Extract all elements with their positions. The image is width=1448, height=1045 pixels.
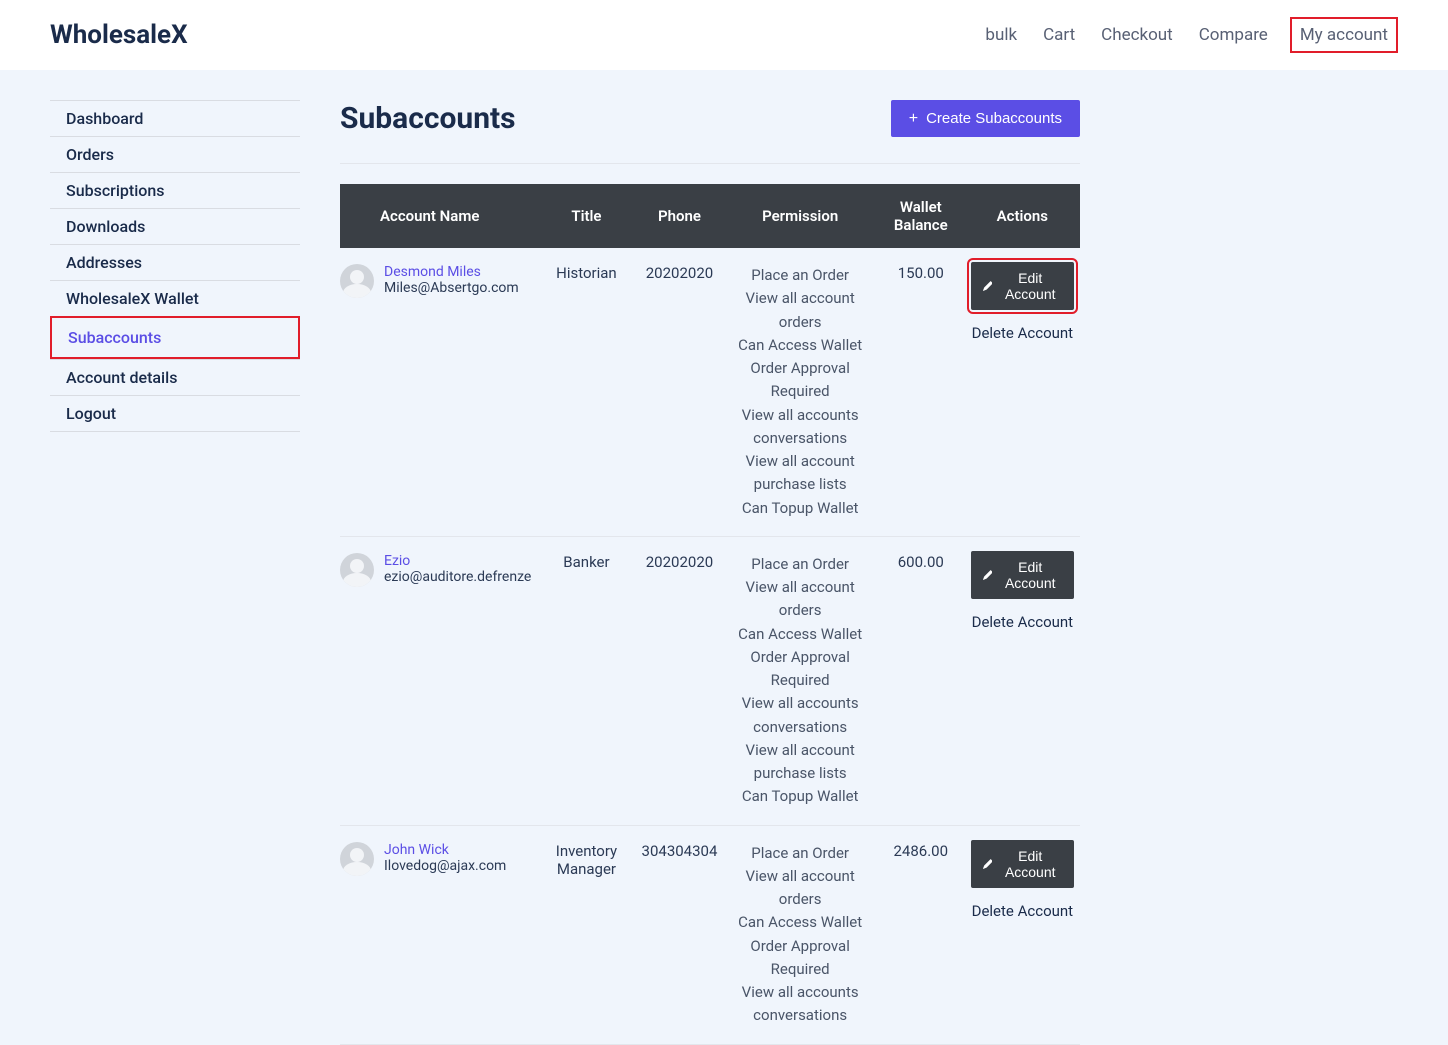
main-header: Subaccounts + Create Subaccounts <box>340 100 1080 164</box>
permission-item: Can Access Wallet <box>729 911 870 934</box>
create-subaccounts-button[interactable]: + Create Subaccounts <box>891 100 1080 137</box>
sidebar-item-subaccounts[interactable]: Subaccounts <box>50 316 300 359</box>
cell-phone: 304304304 <box>636 825 724 1044</box>
plus-icon: + <box>909 111 918 127</box>
create-button-label: Create Subaccounts <box>926 110 1062 127</box>
delete-account-link[interactable]: Delete Account <box>971 613 1074 631</box>
permission-item: Order Approval Required <box>729 357 870 404</box>
table-row: Desmond MilesMiles@Absertgo.comHistorian… <box>340 248 1080 536</box>
edit-label: Edit Account <box>998 559 1062 591</box>
avatar <box>340 553 374 587</box>
permission-item: View all accounts conversations <box>729 404 870 451</box>
permission-item: View all account purchase lists <box>729 739 870 786</box>
brand-logo: WholesaleX <box>50 20 188 50</box>
cell-wallet-balance: 150.00 <box>877 248 965 536</box>
permission-item: View all account orders <box>729 287 870 334</box>
table-row: John WickIlovedog@ajax.comInventory Mana… <box>340 825 1080 1044</box>
sidebar-item-addresses[interactable]: Addresses <box>50 244 300 280</box>
cell-permissions: Place an OrderView all account ordersCan… <box>723 825 876 1044</box>
permission-item: View all account orders <box>729 865 870 912</box>
edit-account-button[interactable]: Edit Account <box>971 840 1074 888</box>
edit-account-button[interactable]: Edit Account <box>971 551 1074 599</box>
avatar <box>340 842 374 876</box>
account-email: Ilovedog@ajax.com <box>384 858 506 874</box>
account-email: Miles@Absertgo.com <box>384 280 519 296</box>
nav-checkout[interactable]: Checkout <box>1097 19 1177 51</box>
top-bar: WholesaleX bulk Cart Checkout Compare My… <box>0 0 1448 70</box>
th-account-name: Account Name <box>340 184 537 248</box>
sidebar-item-downloads[interactable]: Downloads <box>50 208 300 244</box>
cell-actions: Edit Account Delete Account <box>965 536 1080 825</box>
permission-item: View all account orders <box>729 576 870 623</box>
permission-item: View all accounts conversations <box>729 981 870 1028</box>
subaccounts-table: Account Name Title Phone Permission Wall… <box>340 184 1080 1045</box>
sidebar-item-dashboard[interactable]: Dashboard <box>50 100 300 136</box>
top-nav: bulk Cart Checkout Compare My account <box>981 17 1398 53</box>
permission-item: Can Access Wallet <box>729 334 870 357</box>
th-wallet-balance: Wallet Balance <box>877 184 965 248</box>
table-row: Ezioezio@auditore.defrenzeBanker20202020… <box>340 536 1080 825</box>
cell-permissions: Place an OrderView all account ordersCan… <box>723 248 876 536</box>
edit-account-button[interactable]: Edit Account <box>971 262 1074 310</box>
pencil-icon <box>983 858 993 870</box>
cell-account-name: Ezioezio@auditore.defrenze <box>340 536 537 825</box>
cell-account-name: Desmond MilesMiles@Absertgo.com <box>340 248 537 536</box>
main-content: Subaccounts + Create Subaccounts Account… <box>340 100 1080 1045</box>
edit-label: Edit Account <box>998 848 1062 880</box>
account-name-link[interactable]: Ezio <box>384 553 531 569</box>
pencil-icon <box>983 569 993 581</box>
account-name-link[interactable]: John Wick <box>384 842 506 858</box>
page-title: Subaccounts <box>340 101 516 136</box>
permission-item: Can Access Wallet <box>729 623 870 646</box>
permission-item: Can Topup Wallet <box>729 497 870 520</box>
nav-bulk[interactable]: bulk <box>981 19 1021 51</box>
sidebar-item-account-details[interactable]: Account details <box>50 359 300 395</box>
nav-my-account[interactable]: My account <box>1290 17 1398 53</box>
edit-label: Edit Account <box>998 270 1062 302</box>
permission-item: View all accounts conversations <box>729 692 870 739</box>
sidebar-item-orders[interactable]: Orders <box>50 136 300 172</box>
page-body: Dashboard Orders Subscriptions Downloads… <box>0 70 1448 1045</box>
th-permission: Permission <box>723 184 876 248</box>
pencil-icon <box>983 280 993 292</box>
permission-item: Can Topup Wallet <box>729 785 870 808</box>
th-phone: Phone <box>636 184 724 248</box>
cell-account-name: John WickIlovedog@ajax.com <box>340 825 537 1044</box>
cell-permissions: Place an OrderView all account ordersCan… <box>723 536 876 825</box>
sidebar: Dashboard Orders Subscriptions Downloads… <box>50 100 300 1045</box>
nav-cart[interactable]: Cart <box>1039 19 1079 51</box>
delete-account-link[interactable]: Delete Account <box>971 902 1074 920</box>
sidebar-item-subscriptions[interactable]: Subscriptions <box>50 172 300 208</box>
cell-phone: 20202020 <box>636 248 724 536</box>
permission-item: View all account purchase lists <box>729 450 870 497</box>
cell-title: Inventory Manager <box>537 825 635 1044</box>
avatar <box>340 264 374 298</box>
th-actions: Actions <box>965 184 1080 248</box>
cell-phone: 20202020 <box>636 536 724 825</box>
permission-item: Order Approval Required <box>729 646 870 693</box>
th-title: Title <box>537 184 635 248</box>
sidebar-item-wholesalex-wallet[interactable]: WholesaleX Wallet <box>50 280 300 316</box>
cell-wallet-balance: 2486.00 <box>877 825 965 1044</box>
account-email: ezio@auditore.defrenze <box>384 569 531 585</box>
permission-item: Place an Order <box>729 264 870 287</box>
permission-item: Place an Order <box>729 553 870 576</box>
cell-title: Historian <box>537 248 635 536</box>
account-name-link[interactable]: Desmond Miles <box>384 264 519 280</box>
sidebar-item-logout[interactable]: Logout <box>50 395 300 432</box>
permission-item: Order Approval Required <box>729 935 870 982</box>
cell-title: Banker <box>537 536 635 825</box>
cell-actions: Edit Account Delete Account <box>965 248 1080 536</box>
nav-compare[interactable]: Compare <box>1195 19 1272 51</box>
cell-actions: Edit Account Delete Account <box>965 825 1080 1044</box>
delete-account-link[interactable]: Delete Account <box>971 324 1074 342</box>
cell-wallet-balance: 600.00 <box>877 536 965 825</box>
permission-item: Place an Order <box>729 842 870 865</box>
table-header-row: Account Name Title Phone Permission Wall… <box>340 184 1080 248</box>
